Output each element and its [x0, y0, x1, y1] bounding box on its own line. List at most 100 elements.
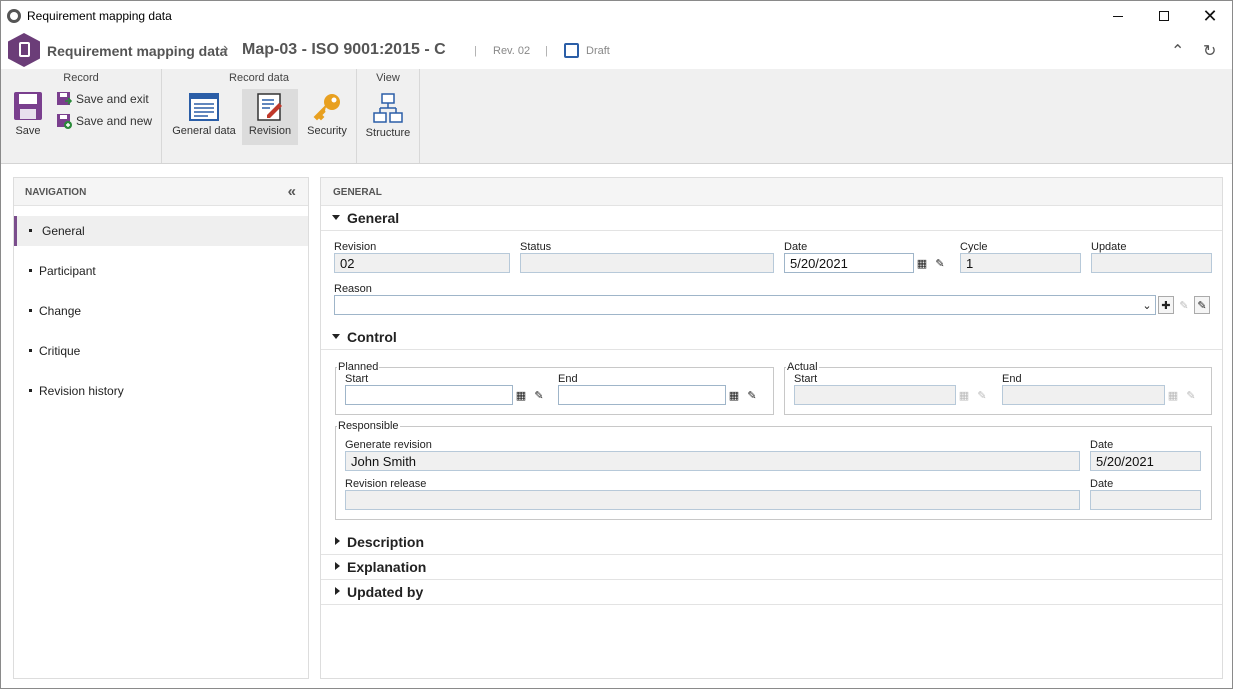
maximize-button[interactable] — [1141, 1, 1187, 31]
cycle-field[interactable]: 1 — [960, 253, 1081, 273]
clear-brush-icon: ✎ — [977, 389, 987, 402]
ribbon-group-record-data: Record data General data Revision Securi… — [162, 69, 357, 163]
save-and-new-icon — [57, 114, 72, 129]
clear-brush-icon: ✎ — [1186, 389, 1196, 402]
save-and-exit-button[interactable]: Save and exit — [56, 91, 149, 107]
revision-field[interactable]: 02 — [334, 253, 510, 273]
revision-edit-icon — [257, 93, 282, 121]
clear-brush-icon[interactable]: ✎ — [531, 386, 547, 404]
revision-release-label: Revision release — [345, 478, 427, 490]
collapsed-arrow-icon — [335, 537, 340, 545]
save-icon — [14, 92, 42, 120]
section-general-header[interactable]: General — [321, 206, 1222, 231]
generate-date-label: Date — [1090, 439, 1114, 451]
clear-brush-icon[interactable]: ✎ — [744, 386, 760, 404]
expanded-arrow-icon — [332, 215, 340, 220]
calendar-icon[interactable]: ▦ — [513, 386, 529, 404]
minimize-icon — [1113, 15, 1123, 17]
actual-start-label: Start — [794, 373, 818, 385]
app-window: Requirement mapping data ✕ Requirement m… — [0, 0, 1233, 689]
ribbon-group-view: View Structure — [357, 69, 420, 163]
expanded-arrow-icon — [332, 334, 340, 339]
release-date-label: Date — [1090, 478, 1114, 490]
app-logo-icon — [8, 33, 40, 67]
structure-button[interactable]: Structure — [362, 89, 414, 145]
chevron-down-icon[interactable]: ⌄ — [1139, 296, 1155, 314]
responsible-label: Responsible — [337, 420, 400, 432]
navigation-panel: NAVIGATION « General Participant Change … — [13, 177, 309, 679]
form-icon — [189, 93, 219, 121]
breadcrumb-app[interactable]: Requirement mapping data — [47, 43, 227, 59]
actual-label: Actual — [786, 361, 819, 373]
refresh-icon[interactable]: ↻ — [1203, 41, 1216, 61]
window-title: Requirement mapping data — [27, 9, 172, 23]
generate-revision-label: Generate revision — [345, 439, 432, 451]
planned-label: Planned — [337, 361, 380, 373]
maximize-icon — [1159, 11, 1169, 21]
actual-end-label: End — [1002, 373, 1022, 385]
reason-select[interactable] — [334, 295, 1156, 315]
date-label: Date — [784, 241, 808, 253]
ribbon-group-title: View — [376, 72, 400, 84]
date-field[interactable]: 5/20/2021 — [784, 253, 914, 273]
section-explanation-header[interactable]: Explanation — [321, 555, 1222, 580]
release-date-field — [1090, 490, 1201, 510]
revision-release-field — [345, 490, 1080, 510]
reason-label: Reason — [334, 283, 372, 295]
clear-brush-icon[interactable]: ✎ — [932, 254, 948, 272]
save-and-exit-icon — [57, 92, 72, 105]
actual-start-field — [794, 385, 956, 405]
divider: | — [474, 45, 477, 57]
update-field[interactable] — [1091, 253, 1212, 273]
navigation-header: NAVIGATION « — [14, 178, 308, 206]
save-button[interactable]: Save — [9, 91, 47, 145]
close-button[interactable]: ✕ — [1187, 1, 1233, 31]
calendar-icon: ▦ — [958, 389, 970, 402]
save-and-new-button[interactable]: Save and new — [56, 113, 152, 129]
generate-date-field: 5/20/2021 — [1090, 451, 1201, 471]
nav-item-participant[interactable]: Participant — [14, 256, 308, 286]
collapse-header-icon[interactable]: ⌃ — [1171, 41, 1184, 61]
status-field[interactable] — [520, 253, 774, 273]
section-description-header[interactable]: Description — [321, 530, 1222, 555]
update-label: Update — [1091, 241, 1127, 253]
clear-brush-icon[interactable]: ✎ — [1194, 296, 1210, 314]
generate-revision-field: John Smith — [345, 451, 1080, 471]
nav-item-general[interactable]: General — [14, 216, 308, 246]
status-badge: Draft — [586, 45, 610, 57]
planned-start-field[interactable] — [345, 385, 513, 405]
edit-icon: ✎ — [1179, 299, 1189, 312]
section-control-header[interactable]: Control — [321, 325, 1222, 350]
revision-badge: Rev. 02 — [493, 45, 531, 57]
calendar-icon: ▦ — [1167, 389, 1179, 402]
status-label: Status — [520, 241, 552, 253]
key-icon — [313, 94, 340, 121]
collapsed-arrow-icon — [335, 562, 340, 570]
calendar-icon[interactable]: ▦ — [914, 254, 930, 272]
app-window-icon — [7, 9, 21, 23]
add-icon[interactable]: ✚ — [1158, 296, 1174, 314]
nav-item-change[interactable]: Change — [14, 296, 308, 326]
revision-label: Revision — [334, 241, 377, 253]
planned-end-label: End — [558, 373, 578, 385]
collapse-panel-icon[interactable]: « — [288, 183, 296, 200]
planned-start-label: Start — [345, 373, 369, 385]
minimize-button[interactable] — [1095, 1, 1141, 31]
ribbon-group-title: Record — [63, 72, 99, 84]
divider: | — [545, 45, 548, 57]
ribbon-group-title: Record data — [229, 72, 289, 84]
nav-item-revision-history[interactable]: Revision history — [14, 376, 308, 406]
security-button[interactable]: Security — [302, 89, 352, 145]
revision-button[interactable]: Revision — [242, 89, 298, 145]
main-panel: GENERAL General Revision 02 Status Date … — [320, 177, 1223, 679]
cycle-label: Cycle — [960, 241, 988, 253]
planned-end-field[interactable] — [558, 385, 726, 405]
close-icon: ✕ — [1202, 6, 1218, 26]
ribbon-group-record: Record Save Save and exit Save and new — [1, 69, 162, 163]
general-data-button[interactable]: General data — [168, 89, 240, 145]
record-title: Map-03 - ISO 9001:2015 - C — [242, 41, 446, 58]
calendar-icon[interactable]: ▦ — [726, 386, 742, 404]
nav-item-critique[interactable]: Critique — [14, 336, 308, 366]
record-header: Requirement mapping data › Map-03 - ISO … — [1, 31, 1232, 69]
section-updated-by-header[interactable]: Updated by — [321, 580, 1222, 605]
